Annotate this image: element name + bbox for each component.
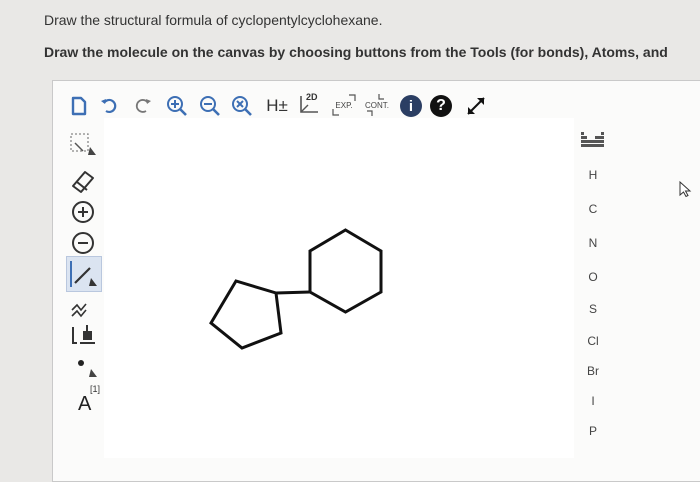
clean-2d-label: 2D xyxy=(306,92,318,102)
question-line-2: Draw the molecule on the canvas by choos… xyxy=(44,44,668,60)
hydrogen-toggle-label: H± xyxy=(266,96,288,115)
zoom-reset-icon[interactable] xyxy=(229,94,255,118)
drawing-canvas[interactable] xyxy=(104,118,574,458)
atom-button-o[interactable]: O xyxy=(578,270,608,284)
remove-charge-button[interactable] xyxy=(68,228,98,258)
cyclopentylcyclohexane-structure xyxy=(209,228,383,350)
atoms-panel: H C N O S Cl Br I P xyxy=(578,126,608,458)
atom-button-cl[interactable]: Cl xyxy=(578,334,608,348)
template-tool[interactable] xyxy=(66,318,100,350)
expand-icon[interactable] xyxy=(462,92,490,120)
redo-icon[interactable] xyxy=(132,95,154,117)
info-icon[interactable]: i xyxy=(398,93,424,119)
help-label: ? xyxy=(436,97,446,114)
atom-label-text: A xyxy=(78,393,92,415)
new-document-icon[interactable] xyxy=(68,95,90,117)
radical-tool[interactable] xyxy=(68,352,102,384)
info-label: i xyxy=(408,97,414,115)
atom-button-br[interactable]: Br xyxy=(578,364,608,378)
atom-button-c[interactable]: C xyxy=(578,202,608,216)
hydrogen-toggle-button[interactable]: H± xyxy=(262,94,292,118)
atom-button-i[interactable]: I xyxy=(578,394,608,408)
expand-groups-button[interactable]: EXP. xyxy=(330,92,358,118)
clean-2d-button[interactable]: 2D xyxy=(298,92,324,118)
atom-button-n[interactable]: N xyxy=(578,236,608,250)
atom-label-tool[interactable]: A [1] xyxy=(72,384,106,418)
zoom-in-icon[interactable] xyxy=(164,94,190,118)
atom-label-superscript: [1] xyxy=(90,384,101,394)
atom-button-s[interactable]: S xyxy=(578,302,608,316)
single-bond-tool[interactable] xyxy=(66,256,102,292)
undo-icon[interactable] xyxy=(98,95,120,117)
periodic-table-icon[interactable] xyxy=(581,128,605,150)
add-charge-button[interactable] xyxy=(68,197,98,227)
question-line-1: Draw the structural formula of cyclopent… xyxy=(44,12,383,28)
atom-button-h[interactable]: H xyxy=(578,168,608,182)
contract-groups-button[interactable]: CONT. xyxy=(362,92,392,118)
cursor-icon xyxy=(678,180,694,198)
zoom-out-icon[interactable] xyxy=(197,94,223,118)
selection-tool[interactable] xyxy=(66,130,100,162)
atom-button-p[interactable]: P xyxy=(578,424,608,438)
eraser-icon[interactable] xyxy=(66,164,100,196)
help-icon[interactable]: ? xyxy=(428,93,454,119)
